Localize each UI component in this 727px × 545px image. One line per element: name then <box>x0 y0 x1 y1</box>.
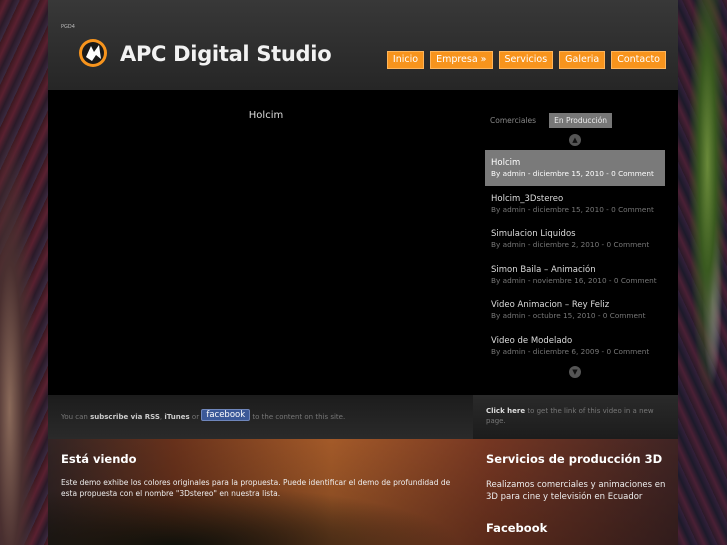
site-title[interactable]: APC Digital Studio <box>120 42 332 66</box>
item-meta: By admin - octubre 15, 2010 - 0 Comment <box>491 311 646 320</box>
nav-contacto[interactable]: Contacto <box>611 51 666 69</box>
list-item[interactable]: Simon Baila – Animación By admin - novie… <box>485 257 665 293</box>
playlist: Holcim By admin - diciembre 15, 2010 - 0… <box>485 150 665 363</box>
subscribe-sep: , <box>159 413 163 421</box>
subscribe-suffix: to the content on this site. <box>252 413 346 421</box>
link-bar: Click here to get the link of this video… <box>473 395 678 439</box>
click-here-text: Click here to get the link of this video… <box>486 406 666 426</box>
scroll-up-icon[interactable]: ▲ <box>569 134 581 146</box>
itunes-link[interactable]: iTunes <box>164 413 189 421</box>
list-item[interactable]: Holcim_3Dstereo By admin - diciembre 15,… <box>485 186 665 222</box>
subscribe-or: or <box>191 413 200 421</box>
footer-left-text: Este demo exhibe los colores originales … <box>61 478 451 498</box>
scroll-down-icon[interactable]: ▼ <box>569 366 581 378</box>
footer-left-title: Está viendo <box>61 452 137 466</box>
rss-link[interactable]: subscribe via RSS <box>90 413 160 421</box>
nav-galeria[interactable]: Galeria <box>559 51 606 69</box>
list-item[interactable]: Video Animacion – Rey Feliz By admin - o… <box>485 292 665 328</box>
video-title: Holcim <box>248 110 284 121</box>
item-meta: By admin - noviembre 16, 2010 - 0 Commen… <box>491 275 657 285</box>
item-title: Simulacion Liquidos <box>491 229 576 239</box>
item-title: Holcim <box>491 158 521 168</box>
list-item[interactable]: Video de Modelado By admin - diciembre 6… <box>485 328 665 364</box>
footer: Está viendo Este demo exhibe los colores… <box>48 439 678 545</box>
item-title: Simon Baila – Animación <box>491 264 596 275</box>
logo-icon[interactable] <box>77 37 109 69</box>
click-here-link[interactable]: Click here <box>486 407 525 415</box>
background-artwork-left <box>0 0 48 545</box>
nav-empresa[interactable]: Empresa » <box>430 51 493 69</box>
tiny-label: PGD4 <box>61 24 75 30</box>
background-artwork-right <box>678 0 727 545</box>
list-item[interactable]: Holcim By admin - diciembre 15, 2010 - 0… <box>485 150 665 186</box>
site-header: PGD4 APC Digital Studio Inicio Empresa »… <box>48 0 678 90</box>
item-meta: By admin - diciembre 15, 2010 - 0 Commen… <box>491 204 654 214</box>
item-meta: By admin - diciembre 2, 2010 - 0 Comment <box>491 240 650 249</box>
playlist-tabs: Comerciales En Producción <box>485 113 613 128</box>
item-title: Holcim_3Dstereo <box>491 193 564 204</box>
page-frame: PGD4 APC Digital Studio Inicio Empresa »… <box>48 0 678 545</box>
item-meta: By admin - diciembre 6, 2009 - 0 Comment <box>491 346 650 356</box>
list-item[interactable]: Simulacion Liquidos By admin - diciembre… <box>485 221 665 257</box>
facebook-button[interactable]: facebook <box>201 409 251 421</box>
tab-comerciales[interactable]: Comerciales <box>485 113 541 128</box>
main-nav: Inicio Empresa » Servicios Galeria Conta… <box>386 51 666 69</box>
subscribe-text: You can subscribe via RSS, iTunes or fac… <box>61 409 345 421</box>
subscribe-prefix: You can <box>61 413 88 421</box>
tab-en-produccion[interactable]: En Producción <box>549 113 613 128</box>
item-title: Video Animacion – Rey Feliz <box>491 300 610 310</box>
subscribe-bar: You can subscribe via RSS, iTunes or fac… <box>48 395 473 439</box>
item-title: Video de Modelado <box>491 335 573 346</box>
footer-right-text: Realizamos comerciales y animaciones en … <box>486 480 666 502</box>
video-section: Holcim Comerciales En Producción ▲ Holci… <box>48 90 678 395</box>
nav-inicio[interactable]: Inicio <box>386 51 425 69</box>
footer-right-title: Servicios de producción 3D <box>486 452 663 466</box>
footer-facebook-title: Facebook <box>486 521 548 535</box>
nav-servicios[interactable]: Servicios <box>498 51 554 69</box>
item-meta: By admin - diciembre 15, 2010 - 0 Commen… <box>491 169 654 178</box>
